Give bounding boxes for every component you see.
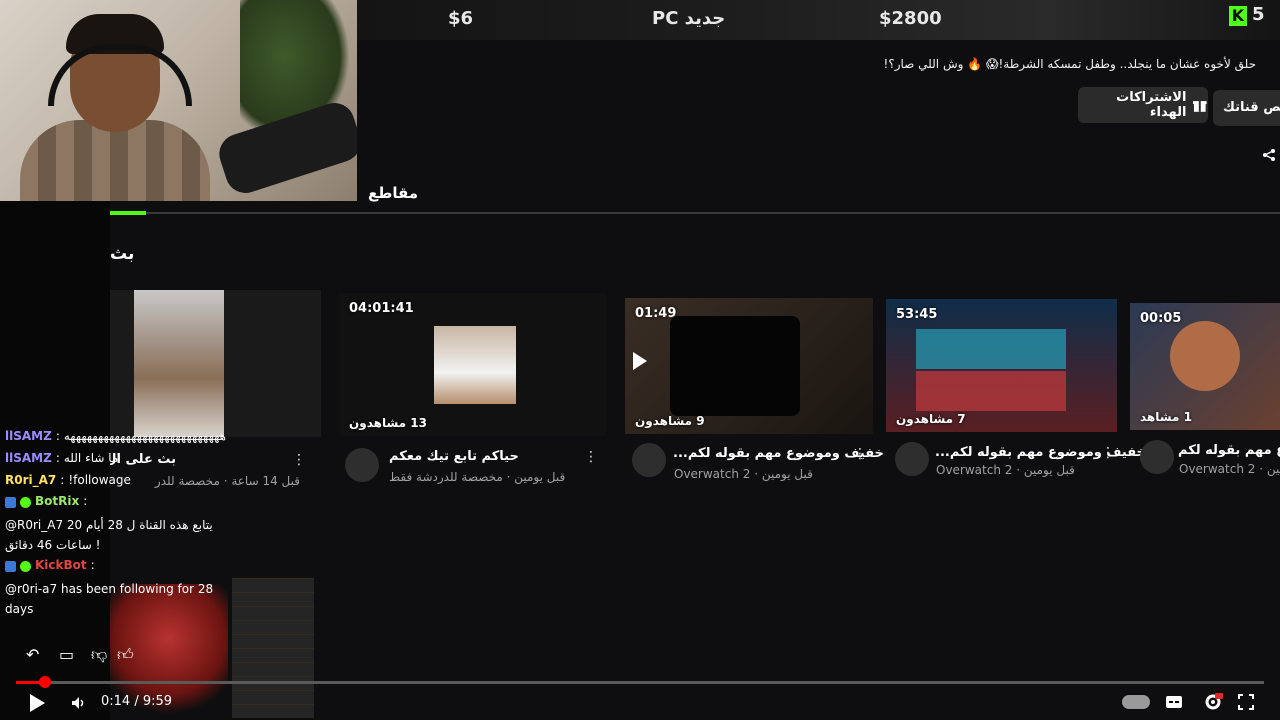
chat-username[interactable]: R0ri_A7 <box>5 469 56 491</box>
video-duration: 00:05 <box>1140 311 1182 326</box>
webcam-feed <box>0 0 357 201</box>
share-icon[interactable] <box>1262 148 1276 162</box>
tab-active-indicator <box>110 211 146 215</box>
progress-handle[interactable] <box>39 676 51 688</box>
subscribe-button[interactable]: صيص قناتك <box>1213 90 1280 126</box>
bot-badge-icon <box>5 497 16 508</box>
thumbnail-scoreboard <box>916 329 1066 369</box>
chat-text: ما شاء الله <box>63 451 119 465</box>
verified-badge-icon <box>20 561 31 572</box>
chat-message: KickBot : @r0ri-a7 has been following fo… <box>0 555 245 619</box>
settings-icon[interactable] <box>1203 692 1223 712</box>
video-meta: Overwatch 2 · قبل يومين <box>936 463 1075 477</box>
reply-icon[interactable]: ↶ <box>26 645 39 664</box>
video-duration: 01:49 <box>635 306 677 321</box>
streamer-torso <box>20 120 210 201</box>
stream-banner: $6 PC جديد $2800 K 5 <box>357 0 1280 40</box>
autoplay-toggle[interactable] <box>1122 695 1150 709</box>
verified-badge-icon <box>20 497 31 508</box>
subscribe-label: صيص قناتك <box>1223 100 1280 115</box>
video-thumbnail[interactable]: 00:05 1 مشاهد <box>1130 303 1280 430</box>
video-views: 13 مشاهدون <box>349 416 427 430</box>
gift-subs-label: الاشتراكات الهداء <box>1116 90 1187 120</box>
video-duration: 04:01:41 <box>349 301 414 316</box>
video-meta: Overwatch 2 · قبل يومين <box>1179 462 1280 476</box>
video-title[interactable]: وموضوع مهم بقوله لكم <box>1178 443 1280 458</box>
video-duration: 53:45 <box>896 307 938 322</box>
comment-icon[interactable]: ▭ <box>59 645 74 664</box>
more-options-icon[interactable]: ⋮ <box>853 446 867 462</box>
banner-k-count: 5 <box>1252 4 1265 25</box>
video-meta: قبل يومين · مخصصة للدردشة فقط <box>389 470 566 484</box>
chat-message: R0ri_A7 : !followage <box>0 469 250 491</box>
chat-text: ههههههههههههههههههههههههههههه <box>63 429 226 443</box>
gift-icon <box>1193 101 1208 112</box>
chat-message: BotRix : @R0ri_A7 يتابع هذه القناة ل 28 … <box>0 491 245 555</box>
dislike-icon[interactable]: 👎︎ <box>91 645 107 665</box>
more-options-icon[interactable]: ⋮ <box>292 452 306 468</box>
play-icon <box>633 352 647 370</box>
chat-messages: llSAMZ : ههههههههههههههههههههههههههههه l… <box>0 425 250 619</box>
video-thumbnail[interactable]: 53:45 7 مشاهدون <box>886 299 1117 432</box>
tab-divider <box>110 212 1280 214</box>
kick-logo-icon: K <box>1229 6 1247 26</box>
thumbnail-scoreboard <box>916 371 1066 411</box>
more-options-icon[interactable]: ⋮ <box>584 449 598 465</box>
video-thumbnail[interactable]: 04:01:41 13 مشاهدون <box>339 293 606 436</box>
video-thumbnail[interactable] <box>110 290 321 437</box>
more-options-icon[interactable]: ⋮ <box>1101 445 1115 461</box>
section-title: بث <box>110 244 135 264</box>
video-views: 7 مشاهدون <box>896 412 966 426</box>
chat-text: @r0ri-a7 has been following for 28 days <box>5 582 214 616</box>
progress-bar[interactable] <box>16 681 1264 684</box>
video-views: 9 مشاهدون <box>635 414 705 428</box>
chat-username[interactable]: llSAMZ <box>5 425 52 447</box>
banner-price-a: $6 <box>448 8 474 29</box>
chat-message: llSAMZ : ما شاء الله <box>0 447 250 469</box>
chat-text: !followage <box>68 473 131 487</box>
chat-username[interactable]: BotRix <box>35 491 79 511</box>
fullscreen-icon[interactable] <box>1238 694 1254 710</box>
volume-icon[interactable] <box>70 695 86 711</box>
video-thumbnail[interactable]: 01:49 9 مشاهدون <box>625 298 873 434</box>
channel-avatar[interactable] <box>345 448 379 482</box>
thumbnail-hero <box>1170 321 1240 391</box>
stream-title: حلق لأخوه عشان ما ينجلد.. وطفل تمسكه الش… <box>883 57 1256 71</box>
chat-message: llSAMZ : ههههههههههههههههههههههههههههه <box>0 425 250 447</box>
bot-badge-icon <box>5 561 16 572</box>
channel-avatar[interactable] <box>1140 440 1174 474</box>
video-meta: Overwatch 2 · قبل يومين <box>674 467 813 481</box>
thumbnail-tv <box>670 316 800 416</box>
playback-time: 0:14 / 9:59 <box>101 694 173 709</box>
channel-avatar[interactable] <box>632 443 666 477</box>
play-icon[interactable] <box>30 694 45 712</box>
like-icon[interactable]: 👍︎ <box>117 645 134 665</box>
thumbnail-person <box>434 326 516 404</box>
banner-price-c: $2800 <box>879 8 942 29</box>
captions-icon[interactable] <box>1165 694 1183 710</box>
video-views: 1 مشاهد <box>1140 410 1192 424</box>
channel-avatar[interactable] <box>895 442 929 476</box>
chat-text: @R0ri_A7 يتابع هذه القناة ل 28 أيام 20 س… <box>5 518 213 552</box>
banner-price-b: PC جديد <box>652 8 726 29</box>
thumbnail-person <box>134 290 224 437</box>
video-title[interactable]: حياكم تابع تيك معكم <box>389 449 519 464</box>
gift-subs-button[interactable]: الاشتراكات الهداء <box>1078 87 1208 123</box>
chat-username[interactable]: llSAMZ <box>5 447 52 469</box>
tab-clips[interactable]: مقاطع <box>368 184 418 202</box>
chat-username[interactable]: KickBot <box>35 555 87 575</box>
